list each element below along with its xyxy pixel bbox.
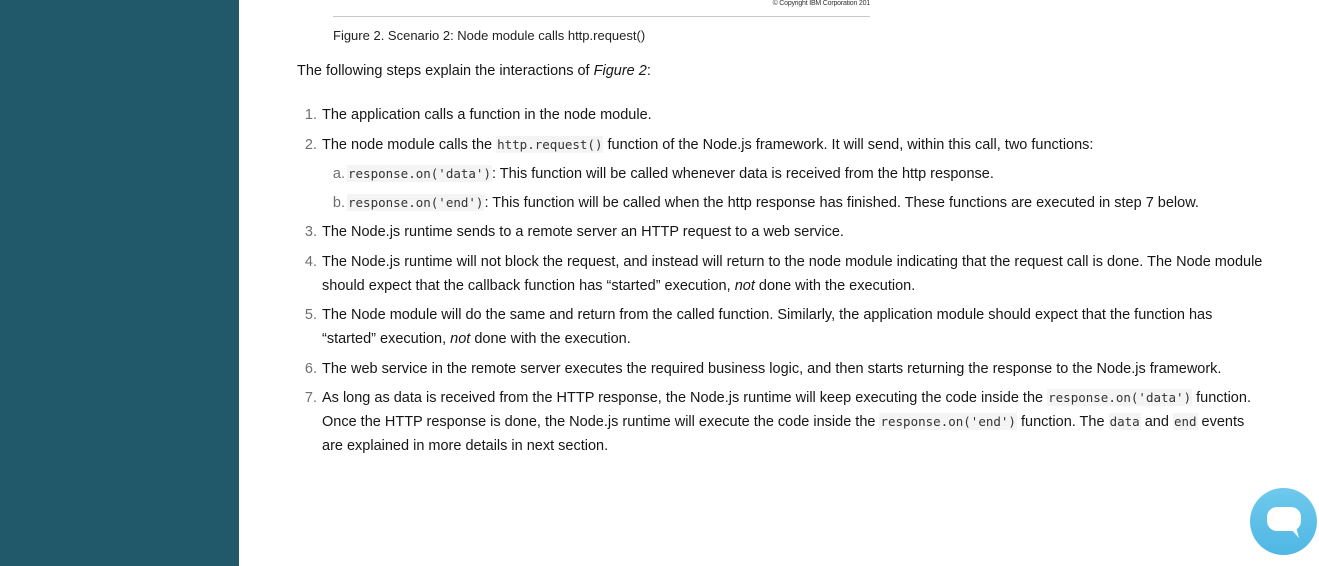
main-content: © Copyright IBM Corporation 201 Figure 2… [239, 0, 1319, 566]
step-number: 2. [304, 136, 317, 153]
intro-paragraph: The following steps explain the interact… [297, 63, 651, 79]
inline-code: end [1172, 413, 1198, 430]
steps-list: 1. The application calls a function in t… [297, 103, 1267, 464]
inline-code: response.on('data') [1047, 389, 1193, 406]
step-text-4: and [1140, 414, 1173, 430]
step-text-post: function of the Node.js framework. It wi… [603, 136, 1094, 153]
list-item-step-1: 1. The application calls a function in t… [297, 103, 1267, 127]
figure-image-bottom: © Copyright IBM Corporation 201 [333, 0, 870, 17]
intro-text: The following steps explain the interact… [297, 63, 594, 79]
step-text-pre: The node module calls the [322, 136, 497, 153]
list-item-step-6: 6. The web service in the remote server … [297, 357, 1267, 381]
substep-text: : This function will be called when the … [484, 194, 1199, 211]
intro-suffix: : [646, 63, 651, 79]
substep-letter: b. [332, 194, 345, 211]
figure-copyright: © Copyright IBM Corporation 201 [772, 0, 871, 7]
chat-bubble-icon [1267, 507, 1301, 538]
figure-reference: Figure 2 [593, 63, 647, 79]
step-number: 1. [304, 107, 317, 123]
substeps-list: a. response.on('data'): This function wi… [322, 162, 1267, 215]
inline-code: response.on('end') [879, 413, 1017, 430]
step-text-post: done with the execution. [754, 277, 916, 294]
list-item-substep-a: a. response.on('data'): This function wi… [322, 162, 1267, 186]
left-sidebar [0, 0, 239, 566]
step-text-3: function. The [1016, 414, 1109, 430]
step-number: 5. [304, 307, 317, 323]
list-item-step-7: 7. As long as data is received from the … [297, 386, 1267, 458]
emphasis: not [734, 277, 755, 294]
inline-code: response.on('end') [347, 193, 485, 211]
step-text-post: done with the execution. [470, 331, 631, 347]
step-text: The application calls a function in the … [322, 107, 652, 123]
substep-letter: a. [332, 165, 345, 182]
list-item-step-2: 2. The node module calls the http.reques… [297, 133, 1267, 215]
step-number: 7. [304, 390, 317, 406]
list-item-substep-b: b. response.on('end'): This function wil… [322, 191, 1267, 215]
step-number: 6. [304, 360, 317, 377]
list-item-step-4: 4. The Node.js runtime will not block th… [297, 250, 1267, 298]
inline-code: data [1108, 413, 1141, 430]
inline-code: response.on('data') [347, 164, 492, 182]
list-item-step-5: 5. The Node module will do the same and … [297, 303, 1267, 351]
step-text-1: As long as data is received from the HTT… [322, 390, 1048, 406]
chat-button[interactable] [1250, 488, 1317, 555]
substep-text: : This function will be called whenever … [492, 165, 994, 182]
figure-caption: Figure 2. Scenario 2: Node module calls … [333, 28, 646, 43]
step-number: 3. [304, 224, 317, 240]
inline-code: http.request() [496, 135, 604, 153]
emphasis: not [450, 331, 471, 347]
list-item-step-3: 3. The Node.js runtime sends to a remote… [297, 220, 1267, 244]
step-text: The web service in the remote server exe… [322, 360, 1222, 377]
step-number: 4. [304, 253, 317, 270]
step-text: The Node.js runtime sends to a remote se… [322, 224, 844, 240]
